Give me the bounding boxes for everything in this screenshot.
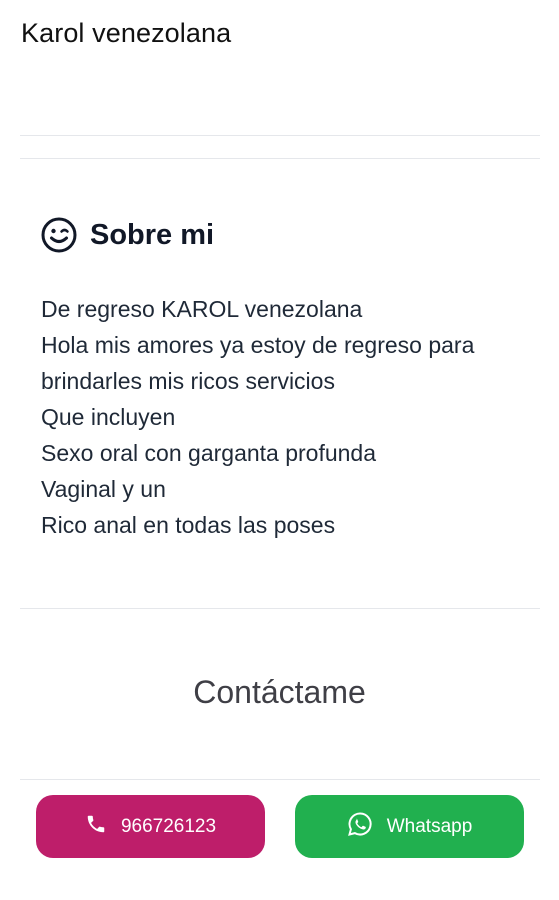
about-line: De regreso KAROL venezolana [41, 296, 363, 322]
smile-wink-icon [40, 216, 78, 254]
divider [20, 135, 540, 136]
whatsapp-button-label: Whatsapp [386, 815, 473, 837]
phone-icon [85, 813, 121, 841]
divider [20, 608, 540, 609]
call-button-label: 966726123 [120, 815, 217, 837]
about-line: Sexo oral con garganta profunda [41, 440, 377, 466]
profile-name: Karol venezolana [21, 18, 232, 48]
about-line: Vaginal y un [41, 476, 166, 502]
whatsapp-icon [347, 811, 387, 843]
divider [20, 158, 540, 159]
about-line: Rico anal en todas las poses [41, 512, 336, 538]
about-header: Sobre mi [40, 216, 214, 254]
about-title: Sobre mi [90, 218, 215, 251]
whatsapp-button[interactable]: Whatsapp [295, 795, 524, 858]
about-line: Hola mis amores ya estoy de regreso para [41, 332, 475, 358]
about-line: brindarles mis ricos servicios [41, 368, 335, 394]
call-button[interactable]: 966726123 [36, 795, 265, 858]
contact-title: Contáctame [193, 674, 366, 710]
profile-page: Karol venezolana Sobre mi De regreso KAR… [0, 0, 559, 900]
divider [20, 779, 540, 780]
about-line: Que incluyen [41, 404, 176, 430]
about-description: De regreso KAROL venezolana Hola mis amo… [41, 291, 531, 543]
